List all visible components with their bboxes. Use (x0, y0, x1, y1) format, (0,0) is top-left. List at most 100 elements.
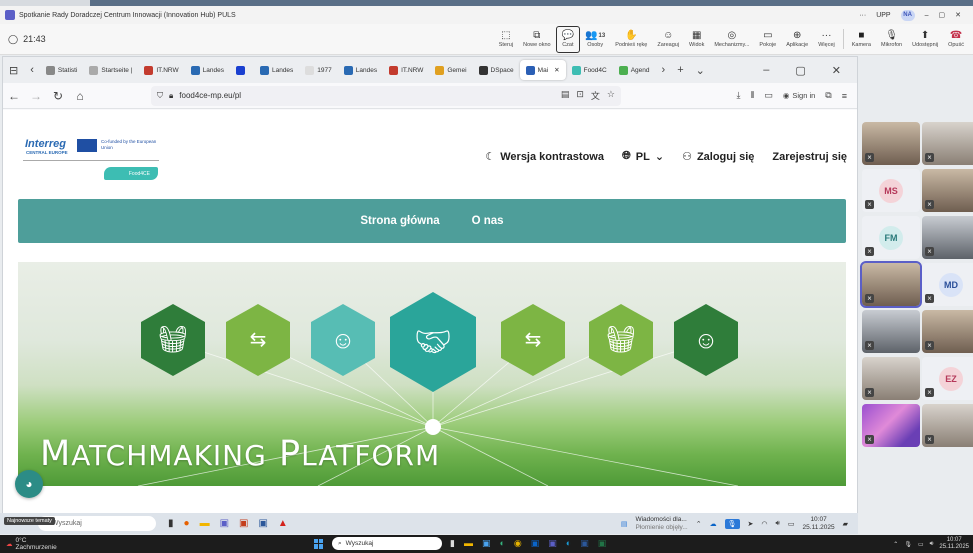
toolbar-czat-button[interactable]: 💬 Czat (555, 25, 581, 53)
url-text[interactable]: food4ce-mp.eu/pl (179, 91, 241, 100)
toolbar-więcej-button[interactable]: ··· Więcej (813, 26, 840, 53)
participant-tile[interactable]: MD ⨯ (922, 263, 973, 306)
toolbar-widok-button[interactable]: ▦ Widok (684, 26, 709, 53)
browser-tab[interactable]: Landes (254, 60, 299, 80)
interreg-logo[interactable]: Interreg CENTRAL EUROPE Co-funded by the… (21, 134, 161, 184)
tray-chevron-icon[interactable]: ⌃ (696, 520, 702, 528)
bookmark-star-icon[interactable]: ☆ (607, 89, 615, 102)
news-icon[interactable]: ▤ (621, 520, 628, 528)
toolbar-aplikacje-button[interactable]: ⊕ Aplikacje (781, 26, 813, 53)
login-link[interactable]: ⚇ Zaloguj się (682, 150, 754, 164)
start-icon[interactable] (314, 538, 324, 549)
edge-icon[interactable]: ◐ (499, 538, 504, 549)
sidebar-icon[interactable]: ▭ (764, 90, 773, 101)
url-bar[interactable]: ⛉ 🔒︎ food4ce-mp.eu/pl ▤ ⊡ 文 ☆ (151, 85, 621, 106)
participant-tile[interactable]: ⨯ (922, 310, 973, 353)
browser-tab[interactable]: Gemei (429, 60, 472, 80)
browser-tab[interactable]: 1977 (299, 60, 337, 80)
register-link[interactable]: Zarejestruj się (772, 151, 847, 163)
explorer-icon[interactable]: ▬ (200, 518, 210, 529)
word-icon[interactable]: ▣ (580, 538, 589, 549)
cookie-settings-button[interactable]: ◕ (15, 470, 43, 498)
mic-icon[interactable]: 🎙︎ (904, 541, 912, 548)
lock-icon[interactable]: 🔒︎ (169, 91, 173, 101)
more-icon[interactable]: ··· (859, 12, 866, 19)
teams-app-icon[interactable]: ▣ (220, 518, 229, 529)
powerpoint-icon[interactable]: ▣ (239, 518, 248, 529)
toolbar-podnieś-rękę-button[interactable]: ✋ Podnieś rękę (610, 26, 652, 53)
toolbar-pokoje-button[interactable]: ▭ Pokoje (754, 26, 781, 53)
toolbar-osoby-button[interactable]: 👥 13 Osoby (580, 26, 610, 53)
browser-tab[interactable]: Landes (185, 60, 230, 80)
screenshot-icon[interactable]: ⊡ (576, 89, 584, 102)
participant-tile[interactable]: MS ⨯ (862, 169, 920, 212)
participant-tile[interactable]: EZ ⨯ (922, 357, 973, 400)
local-search-box[interactable]: ⌕ Wyszukaj (332, 537, 442, 550)
sign-in-button[interactable]: ◉ Sign in (783, 91, 815, 100)
store-icon[interactable]: ▣ (482, 538, 491, 549)
new-tab-icon[interactable]: + (671, 64, 689, 76)
participant-tile[interactable]: ⨯ (860, 261, 922, 308)
reader-view-icon[interactable]: ▤ (561, 89, 570, 102)
shield-icon[interactable]: ⛉ (157, 91, 163, 101)
translate-icon[interactable]: 文 (591, 89, 600, 102)
tabs-scroll-right-icon[interactable]: › (656, 64, 672, 76)
onedrive-icon[interactable]: ☁ (710, 520, 717, 528)
local-clock[interactable]: 10:07 25.11.2025 (939, 537, 969, 551)
menu-icon[interactable]: ≡ (842, 91, 847, 101)
close-icon[interactable]: ✕ (955, 11, 961, 19)
volume-icon[interactable]: 🔊︎ (930, 541, 934, 548)
browser-tab[interactable]: Startseite | (83, 60, 138, 80)
outlook-icon[interactable]: ▣ (531, 538, 540, 549)
pdf-icon[interactable]: ▲ (278, 518, 288, 529)
teams-app-icon[interactable]: ▣ (548, 538, 557, 549)
browser-tab[interactable]: Statisti (40, 60, 84, 80)
location-icon[interactable]: ➤ (748, 520, 754, 528)
browser-tab[interactable]: Food4C (566, 60, 613, 80)
toolbar-nowe-okno-button[interactable]: ⧉ Nowe okno (518, 26, 556, 53)
display-icon[interactable]: ▭ (918, 541, 924, 548)
volume-icon[interactable]: 🔊︎ (776, 520, 780, 528)
share-button[interactable]: ⬆ Udostępnij (907, 26, 943, 53)
tabs-scroll-left-icon[interactable]: ‹ (24, 64, 40, 76)
microphone-button[interactable]: 🎙 Mikrofon (876, 26, 907, 53)
taskview-icon[interactable]: ▮ (168, 518, 174, 529)
browser-tab[interactable]: IT.NRW (383, 60, 429, 80)
participant-tile[interactable]: ⨯ (862, 122, 920, 165)
camera-button[interactable]: ■ Kamera (847, 26, 876, 53)
language-select[interactable]: 🌐︎ PL ⌄ (622, 150, 664, 163)
library-icon[interactable]: ⫴ (751, 90, 755, 101)
remote-clock[interactable]: 10:07 25.11.2025 (803, 516, 835, 532)
word-icon[interactable]: ▣ (258, 518, 267, 529)
browser-minimize-icon[interactable]: – (757, 64, 775, 77)
participant-tile[interactable]: FM ⨯ (862, 216, 920, 259)
browser-tab[interactable]: DSpace (473, 60, 520, 80)
participant-tile[interactable]: ⨯ (862, 310, 920, 353)
nav-about[interactable]: O nas (472, 215, 504, 227)
browser-tab[interactable]: Agend (613, 60, 656, 80)
chrome-icon[interactable]: ◉ (514, 538, 522, 549)
excel-icon[interactable]: ▣ (598, 538, 607, 549)
browser-maximize-icon[interactable]: ▢ (789, 64, 811, 77)
downloads-icon[interactable]: ⤓ (737, 90, 741, 101)
edge-dev-icon[interactable]: ◐ (566, 538, 571, 549)
reload-icon[interactable]: ↻ (47, 89, 69, 103)
browser-tab[interactable]: IT.NRW (138, 60, 184, 80)
participant-tile[interactable]: ⨯ (862, 357, 920, 400)
toolbar-mechanizmy--button[interactable]: ◎ Mechanizmy... (709, 26, 754, 53)
news-widget[interactable]: Wiadomości dla... Płomienie objęły... (635, 516, 687, 532)
notifications-icon[interactable]: ▰ (843, 520, 848, 528)
participant-tile[interactable]: ⨯ (922, 169, 973, 212)
taskview-icon[interactable]: ▮ (450, 538, 455, 549)
firefox-icon[interactable]: ● (184, 518, 190, 529)
browser-tab[interactable] (230, 60, 254, 80)
tab-overview-icon[interactable]: ⊟ (3, 64, 24, 77)
maximize-icon[interactable]: ▢ (939, 11, 946, 19)
extensions-icon[interactable]: ⧉ (825, 90, 831, 101)
browser-tab[interactable]: Mai ✕ (519, 60, 566, 80)
participant-tile[interactable]: ⨯ (862, 404, 920, 447)
explorer-icon[interactable]: ▬ (464, 538, 473, 549)
participant-tile[interactable]: ⨯ (922, 122, 973, 165)
back-icon[interactable]: ← (3, 89, 25, 103)
toolbar-zareaguj-button[interactable]: ☺ Zareaguj (652, 26, 684, 53)
